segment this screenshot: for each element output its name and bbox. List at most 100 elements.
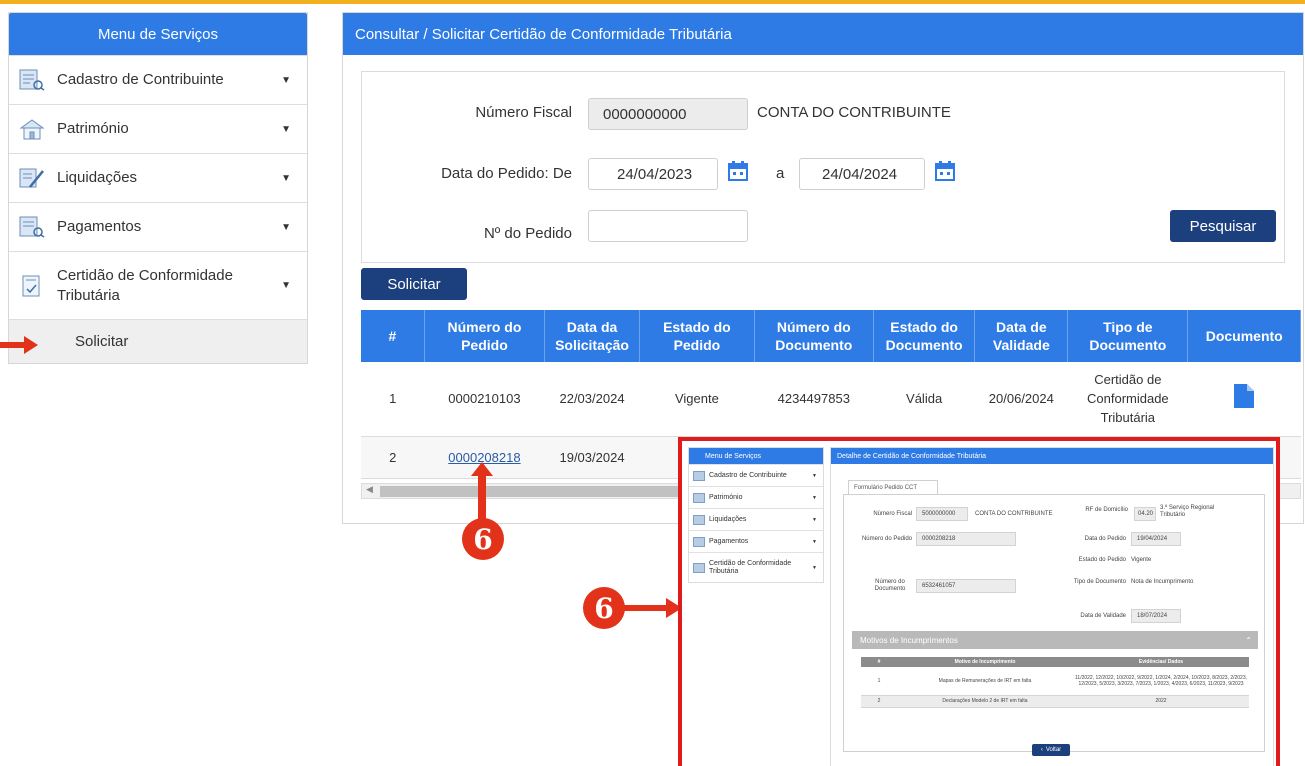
- chevron-down-icon: ▼: [812, 516, 817, 523]
- sidebar-item-pagamentos[interactable]: Pagamentos ▼: [9, 202, 307, 251]
- field-label: Data do Pedido: [1084, 536, 1126, 542]
- preview-sidebar: Menu de Serviços Cadastro de Contribuint…: [688, 447, 824, 583]
- column-header: Número do Pedido: [424, 310, 546, 362]
- field-label: Data de Validade: [1080, 613, 1126, 619]
- request-date: 19/03/2024: [544, 436, 640, 479]
- scrollbar-thumb[interactable]: [380, 486, 700, 497]
- preview-sidebar-item[interactable]: Liquidações ▼: [689, 508, 823, 530]
- field-value: 0000208218: [916, 532, 1016, 546]
- form-search-icon: [19, 216, 45, 238]
- preview-item-label: Património: [709, 493, 743, 501]
- date-to-input[interactable]: 24/04/2024: [799, 158, 925, 190]
- preview-sidebar-item[interactable]: Cadastro de Contribuinte ▼: [689, 464, 823, 486]
- numero-fiscal-field: 0000000000: [588, 98, 748, 130]
- detail-preview: Menu de Serviços Cadastro de Contribuint…: [678, 437, 1280, 766]
- preview-item-label: Pagamentos: [709, 537, 749, 545]
- calendar-icon[interactable]: [727, 160, 749, 182]
- certificate-icon: [693, 562, 705, 573]
- calendar-icon[interactable]: [934, 160, 956, 182]
- sidebar-item-certidao[interactable]: Certidão de Conformidade Tributária ▼: [9, 251, 307, 319]
- sidebar-item-label: Pagamentos: [57, 218, 142, 235]
- field-value: 6532461057: [916, 579, 1016, 593]
- row-number: 2: [861, 695, 897, 708]
- chevron-up-icon[interactable]: ⌃: [1245, 636, 1252, 645]
- arrow-right-icon: [624, 598, 682, 618]
- document-type: Certidão de Conformidade Tributária: [1067, 362, 1188, 437]
- motivos-accordion[interactable]: Motivos de Incumprimentos ⌃: [852, 631, 1258, 649]
- scroll-left-icon[interactable]: ◀: [366, 484, 373, 495]
- column-header: Data de Validade: [974, 310, 1069, 362]
- chevron-left-icon: ‹: [1040, 747, 1043, 753]
- table-row: 1 Mapas de Remunerações de IRT em falta …: [861, 667, 1249, 696]
- chevron-down-icon: ▼: [812, 538, 817, 545]
- column-header: Motivo de Incumprimento: [897, 657, 1073, 667]
- numero-pedido-input[interactable]: [588, 210, 748, 242]
- field-value-text: Vigente: [1131, 557, 1152, 563]
- sidebar-item-cadastro[interactable]: Cadastro de Contribuinte ▼: [9, 55, 307, 104]
- column-header: #: [361, 310, 425, 362]
- column-header: Estado do Documento: [873, 310, 976, 362]
- field-label: Número do Pedido: [861, 536, 912, 542]
- field-value-text: CONTA DO CONTRIBUINTE: [975, 511, 1053, 517]
- tab-formulario[interactable]: Formulário Pedido CCT: [848, 480, 938, 494]
- motivo-text: Declarações Modelo 2 de IRT em falta: [897, 695, 1073, 708]
- house-icon: [693, 492, 705, 503]
- preview-sidebar-title: Menu de Serviços: [689, 448, 823, 464]
- services-sidebar: Menu de Serviços Cadastro de Contribuint…: [8, 12, 308, 364]
- document-icon[interactable]: [1233, 383, 1255, 409]
- field-label: Número Fiscal: [873, 511, 912, 517]
- document-cell: [1187, 362, 1301, 437]
- column-header: Evidências/ Dados: [1073, 657, 1249, 667]
- form-search-icon: [19, 69, 45, 91]
- document-number: 4234497853: [754, 362, 874, 437]
- accordion-title: Motivos de Incumprimentos: [860, 635, 958, 645]
- sidebar-item-label: Património: [57, 120, 129, 137]
- chevron-down-icon: ▼: [281, 172, 291, 184]
- page-title: Consultar / Solicitar Certidão de Confor…: [343, 13, 1303, 55]
- form-pen-icon: [693, 514, 705, 525]
- field-value: 5000000000: [916, 507, 968, 521]
- column-header: #: [861, 657, 897, 667]
- preview-item-label: Cadastro de Contribuinte: [709, 471, 787, 479]
- sidebar-item-label: Cadastro de Contribuinte: [57, 71, 224, 88]
- evidence-text: 2022: [1073, 695, 1249, 708]
- form-pen-icon: [19, 168, 44, 188]
- field-value: 04.20: [1134, 507, 1156, 521]
- house-icon: [19, 119, 45, 140]
- row-number: 1: [361, 362, 425, 437]
- field-value: 18/07/2024: [1131, 609, 1181, 623]
- field-value-text: Nota de Incumprimento: [1131, 579, 1194, 585]
- data-pedido-label: Data do Pedido: De: [441, 165, 572, 182]
- preview-sidebar-item[interactable]: Certidão de Conformidade Tributária ▼: [689, 552, 823, 582]
- step-badge: 6: [583, 587, 625, 629]
- step-badge: 6: [462, 518, 504, 560]
- table-row: 2 Declarações Modelo 2 de IRT em falta 2…: [861, 695, 1249, 708]
- preview-sidebar-item[interactable]: Património ▼: [689, 486, 823, 508]
- chevron-down-icon: ▼: [281, 221, 291, 233]
- sidebar-subitem-solicitar[interactable]: Solicitar: [9, 319, 307, 363]
- preview-sidebar-item[interactable]: Pagamentos ▼: [689, 530, 823, 552]
- date-from-input[interactable]: 24/04/2023: [588, 158, 718, 190]
- motivo-text: Mapas de Remunerações de IRT em falta: [897, 667, 1073, 696]
- sidebar-item-patrimonio[interactable]: Património ▼: [9, 104, 307, 153]
- field-label: RF de Domicílio: [1085, 507, 1128, 513]
- chevron-down-icon: ▼: [281, 74, 291, 86]
- search-form: Número Fiscal 0000000000 CONTA DO CONTRI…: [361, 71, 1285, 263]
- solicitar-button[interactable]: Solicitar: [361, 268, 467, 300]
- sidebar-item-liquidacoes[interactable]: Liquidações ▼: [9, 153, 307, 202]
- validity-date: 20/06/2024: [974, 362, 1068, 437]
- preview-form-card: Número Fiscal 5000000000 CONTA DO CONTRI…: [843, 494, 1265, 752]
- column-header: Tipo de Documento: [1067, 310, 1189, 362]
- date-separator: a: [776, 165, 785, 182]
- table-row: 1 0000210103 22/03/2024 Vigente 42344978…: [361, 362, 1301, 437]
- form-search-icon: [693, 536, 705, 547]
- column-header: Número do Documento: [754, 310, 874, 362]
- sidebar-item-label: Certidão de Conformidade Tributária: [57, 266, 233, 304]
- back-button-label: Voltar: [1045, 747, 1062, 753]
- search-button[interactable]: Pesquisar: [1170, 210, 1276, 242]
- field-label: Estado do Pedido: [1078, 557, 1126, 563]
- back-button[interactable]: ‹ Voltar: [1032, 744, 1070, 756]
- chevron-down-icon: ▼: [281, 280, 291, 291]
- row-number: 2: [361, 436, 425, 479]
- table-header-row: # Número do Pedido Data da Solicitação E…: [361, 310, 1301, 362]
